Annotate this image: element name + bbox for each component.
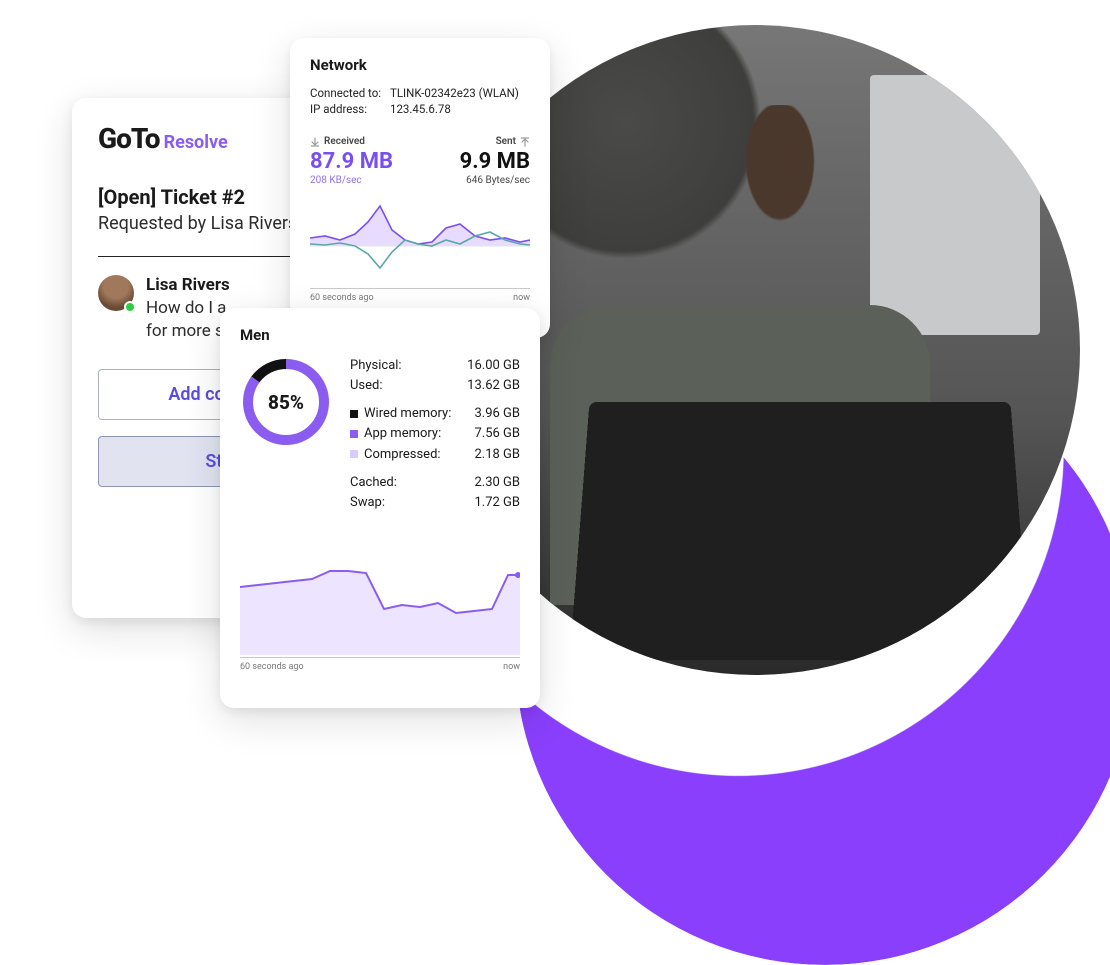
mem-cached: Cached: 2.30 GB [350,473,520,493]
swatch-compressed-icon [350,450,358,458]
memory-top: 85% Physical: 16.00 GB Used: 13.62 GB Wi… [240,356,520,513]
network-stats: Received 87.9 MB 208 KB/sec Sent 9.9 MB … [310,136,530,186]
network-axis-labels: 60 seconds ago now [310,293,530,303]
requested-by-prefix: Requested by [98,213,211,234]
mem-compressed-value: 2.18 GB [474,445,520,465]
sent-column: Sent 9.9 MB 646 Bytes/sec [460,136,530,186]
mem-app-label: App memory: [364,426,441,441]
network-axis-left: 60 seconds ago [310,293,374,303]
swatch-app-icon [350,430,358,438]
memory-axis-labels: 60 seconds ago now [240,662,520,672]
received-column: Received 87.9 MB 208 KB/sec [310,136,393,186]
memory-gauge-label: 85% [240,356,332,448]
received-value: 87.9 MB [310,151,393,173]
network-axis-line [310,288,530,289]
memory-chart [240,535,520,655]
mem-compressed: Compressed: 2.18 GB [350,445,520,465]
sent-label: Sent [496,136,516,147]
sent-value: 9.9 MB [460,151,530,173]
ip-value: 123.45.6.78 [390,102,451,116]
network-axis-right: now [513,293,530,303]
mem-wired-value: 3.96 GB [474,404,520,424]
mem-app-value: 7.56 GB [474,424,520,444]
memory-title: Men [240,326,520,344]
brand-resolve: Resolve [164,132,228,153]
mem-used-value: 13.62 GB [467,376,520,396]
brand-goto-text: GoTo [98,122,160,155]
sent-header: Sent [496,136,530,147]
connected-to-value: TLINK-02342e23 (WLAN) [390,86,519,100]
network-connected-row: Connected to: TLINK-02342e23 (WLAN) [310,86,530,100]
received-header: Received [310,136,393,147]
photo-cabinet [870,75,1040,335]
memory-axis-left: 60 seconds ago [240,662,304,672]
download-icon [310,137,320,147]
message-author: Lisa Rivers [146,275,233,295]
memory-axis-line [240,657,520,658]
connected-to-label: Connected to: [310,86,390,100]
received-label: Received [324,136,365,147]
mem-compressed-label: Compressed: [364,447,441,462]
mem-app: App memory: 7.56 GB [350,424,520,444]
memory-list: Physical: 16.00 GB Used: 13.62 GB Wired … [350,356,520,513]
presence-online-icon [124,301,136,313]
swatch-wired-icon [350,410,358,418]
avatar[interactable] [98,275,134,311]
mem-physical: Physical: 16.00 GB [350,356,520,376]
network-ip-row: IP address: 123.45.6.78 [310,102,530,116]
network-title: Network [310,56,530,74]
upload-icon [520,137,530,147]
received-rate: 208 KB/sec [310,175,393,186]
network-card: Network Connected to: TLINK-02342e23 (WL… [290,38,550,338]
purple-crescent [515,345,1110,965]
mem-physical-value: 16.00 GB [467,356,520,376]
mem-swap: Swap: 1.72 GB [350,493,520,513]
mem-used-label: Used: [350,376,467,396]
brand-goto: GoTo [98,122,160,155]
mem-cached-value: 2.30 GB [474,473,520,493]
sent-rate: 646 Bytes/sec [466,175,530,186]
mem-wired: Wired memory: 3.96 GB [350,404,520,424]
mem-cached-label: Cached: [350,473,474,493]
mem-physical-label: Physical: [350,356,467,376]
mem-used: Used: 13.62 GB [350,376,520,396]
mem-wired-label: Wired memory: [364,406,451,421]
network-chart [310,196,530,286]
memory-card: Men 85% Physical: 16.00 GB Used: 13.62 G… [220,308,540,708]
memory-gauge: 85% [240,356,332,448]
requested-by-name: Lisa Rivers [211,213,298,234]
mem-swap-label: Swap: [350,493,474,513]
ip-label: IP address: [310,102,390,116]
memory-axis-right: now [503,662,520,672]
mem-swap-value: 1.72 GB [474,493,520,513]
